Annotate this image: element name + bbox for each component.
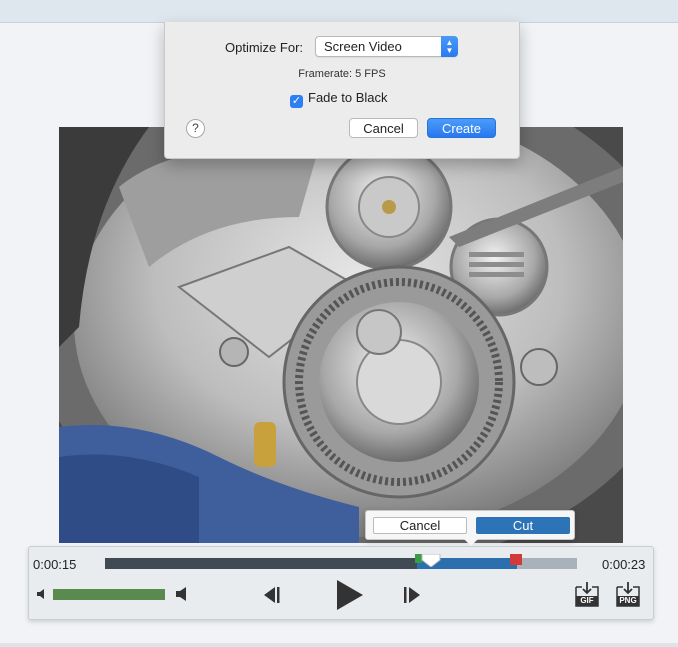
player-controls: 0:00:15 0:00:23 GIF PNG: [28, 546, 654, 620]
framerate-text: Framerate: 5 FPS: [298, 68, 386, 80]
bottom-divider: [0, 643, 678, 647]
trim-end-handle[interactable]: [510, 554, 522, 565]
export-png-button[interactable]: PNG: [614, 581, 642, 609]
total-time: 0:00:23: [602, 557, 646, 572]
gif-label: GIF: [580, 596, 594, 605]
png-label: PNG: [619, 596, 637, 605]
help-button[interactable]: ?: [186, 119, 205, 138]
video-preview[interactable]: [59, 127, 623, 543]
select-arrows-icon: ▲ ▼: [441, 36, 458, 57]
fade-to-black-option[interactable]: ✓ Fade to Black: [290, 90, 388, 108]
play-icon[interactable]: [331, 577, 367, 613]
window-top-bar: [0, 0, 678, 23]
create-button[interactable]: Create: [427, 118, 496, 138]
step-forward-icon[interactable]: [401, 584, 423, 606]
volume-low-icon[interactable]: [35, 587, 49, 601]
timeline-after-selection: [517, 558, 577, 569]
optimize-for-select[interactable]: Screen Video ▲ ▼: [315, 36, 458, 57]
cut-popup: Cancel Cut: [365, 510, 575, 546]
export-options-dialog: Optimize For: Screen Video ▲ ▼ Framerate:…: [164, 22, 520, 159]
optimize-for-label: Optimize For:: [225, 40, 304, 55]
fade-to-black-checkbox[interactable]: ✓: [290, 95, 303, 108]
watch-movement-image: [59, 127, 623, 543]
step-back-icon[interactable]: [260, 584, 282, 606]
fade-to-black-label: Fade to Black: [308, 90, 388, 105]
playhead-handle[interactable]: [421, 554, 441, 567]
volume-high-icon[interactable]: [173, 585, 191, 603]
optimize-for-value: Screen Video: [324, 39, 402, 54]
cut-button[interactable]: Cut: [476, 517, 570, 534]
timeline-scrubber[interactable]: [105, 554, 577, 569]
cut-cancel-button[interactable]: Cancel: [373, 517, 467, 534]
export-gif-button[interactable]: GIF: [573, 581, 601, 609]
current-time: 0:00:15: [33, 557, 77, 572]
volume-slider[interactable]: [53, 589, 165, 600]
dialog-cancel-button[interactable]: Cancel: [349, 118, 418, 138]
